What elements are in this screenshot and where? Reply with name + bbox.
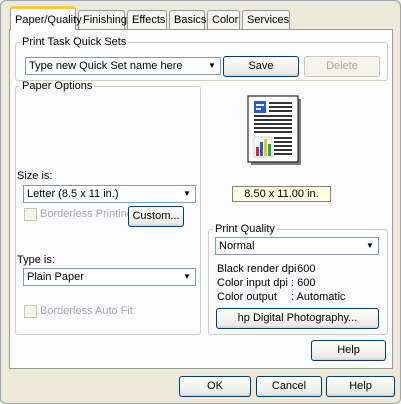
tab-services[interactable]: Services xyxy=(242,10,290,29)
borderless-printing-label: Borderless Printing xyxy=(40,208,133,220)
chevron-down-icon[interactable]: ▼ xyxy=(362,238,378,254)
tab-paper-quality[interactable]: Paper/Quality xyxy=(10,6,82,30)
paper-type-value: Plain Paper xyxy=(27,271,84,283)
tab-help-button[interactable]: Help xyxy=(311,340,386,361)
cancel-button[interactable]: Cancel xyxy=(256,376,322,397)
black-render-dpi-value: : 600 xyxy=(291,263,316,275)
chevron-down-icon[interactable]: ▼ xyxy=(179,186,195,202)
type-label: Type is: xyxy=(17,254,55,266)
color-input-dpi-value: : 600 xyxy=(291,277,316,289)
custom-size-button[interactable]: Custom... xyxy=(128,206,184,227)
paper-size-readout: 8.50 x 11.00 in. xyxy=(232,186,331,202)
paper-options-legend: Paper Options xyxy=(22,80,93,92)
color-input-dpi-label: Color input dpi xyxy=(217,277,288,289)
size-label: Size is: xyxy=(17,170,53,182)
quick-set-name-value: Type new Quick Set name here xyxy=(29,60,183,72)
paper-size-combo[interactable]: Letter (8.5 x 11 in.) ▼ xyxy=(23,185,196,203)
hp-digital-photography-button[interactable]: hp Digital Photography... xyxy=(216,308,379,329)
document-preview-icon xyxy=(247,95,303,167)
quick-set-name-combo[interactable]: Type new Quick Set name here ▼ xyxy=(25,57,221,75)
tab-effects[interactable]: Effects xyxy=(127,10,167,29)
borderless-printing-checkbox[interactable] xyxy=(24,208,37,221)
chevron-down-icon[interactable]: ▼ xyxy=(179,269,195,285)
borderless-autofit-label: Borderless Auto Fit xyxy=(40,305,133,317)
paper-size-value: Letter (8.5 x 11 in.) xyxy=(27,188,119,200)
print-quality-legend: Print Quality xyxy=(215,223,275,235)
delete-button[interactable]: Delete xyxy=(304,56,380,77)
black-render-dpi-label: Black render dpi xyxy=(217,263,297,275)
print-quality-value: Normal xyxy=(219,240,255,252)
ok-button[interactable]: OK xyxy=(179,376,251,397)
tab-color[interactable]: Color xyxy=(207,10,240,29)
color-output-value: : Automatic xyxy=(291,291,346,303)
tab-finishing[interactable]: Finishing xyxy=(78,10,127,29)
quick-sets-legend: Print Task Quick Sets xyxy=(22,36,127,48)
print-quality-combo[interactable]: Normal ▼ xyxy=(215,237,379,255)
help-button[interactable]: Help xyxy=(326,376,395,397)
color-output-label: Color output xyxy=(217,291,277,303)
save-button[interactable]: Save xyxy=(223,56,299,77)
tab-basics[interactable]: Basics xyxy=(169,10,206,29)
chevron-down-icon[interactable]: ▼ xyxy=(204,58,220,74)
borderless-autofit-checkbox[interactable] xyxy=(24,305,37,318)
paper-type-combo[interactable]: Plain Paper ▼ xyxy=(23,268,196,286)
print-properties-dialog: Paper/Quality Finishing Effects Basics C… xyxy=(0,0,401,404)
